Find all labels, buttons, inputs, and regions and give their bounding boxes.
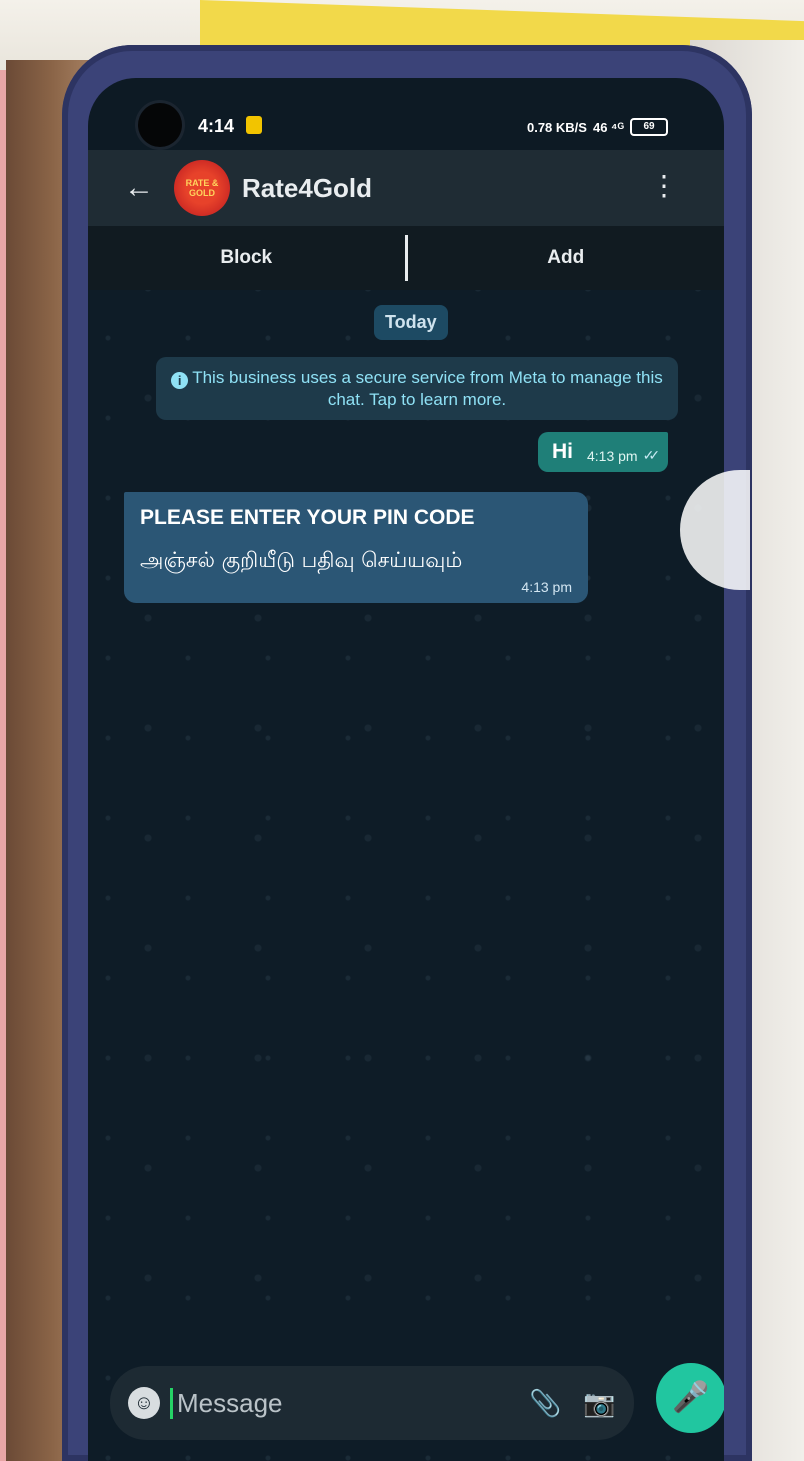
chat-wallpaper [88,238,724,1461]
status-time: 4:14 [198,116,235,136]
block-add-bar: Block Add [88,226,724,290]
notification-icon [246,116,262,134]
avatar-text: RATE & GOLD [185,178,219,198]
outgoing-meta: 4:13 pm ✓✓ [587,447,661,464]
battery-icon: 69 [630,118,668,136]
outgoing-message[interactable]: Hi 4:13 pm ✓✓ [538,432,669,472]
status-bar: 4:14 0.78 KB/S 46 ⁴ᴳ 69 [88,108,724,144]
info-icon: i [171,372,189,389]
incoming-time: 4:13 pm [521,579,572,595]
chat-header: ← RATE & GOLD Rate4Gold ⋮ [88,150,724,226]
more-options-icon[interactable]: ⋮ [650,172,678,200]
avatar[interactable]: RATE & GOLD [174,160,230,216]
contact-name[interactable]: Rate4Gold [242,173,372,204]
encryption-notice[interactable]: i This business uses a secure service fro… [156,357,678,420]
date-chip: Today [374,305,448,340]
notice-text: This business uses a secure service from… [192,368,663,409]
message-composer: ☺ Message 📎 📷 [110,1366,634,1440]
network-speed: 0.78 KB/S [526,119,587,135]
incoming-message[interactable]: PLEASE ENTER YOUR PIN CODE அஞ்சல் குறியீ… [124,492,588,603]
phone-screen: 4:14 0.78 KB/S 46 ⁴ᴳ 69 ← RATE & GOLD Ra… [88,78,724,1461]
signal-icon: 46 ⁴ᴳ [592,119,624,135]
add-button[interactable]: Add [408,247,725,269]
camera-icon[interactable]: 📷 [583,1388,615,1419]
outgoing-text: Hi [552,440,573,463]
double-check-icon: ✓✓ [642,447,661,463]
block-button[interactable]: Block [88,247,405,269]
outgoing-time: 4:13 pm [587,447,638,464]
message-input[interactable]: Message [170,1387,507,1419]
incoming-line-1: PLEASE ENTER YOUR PIN CODE [140,506,475,529]
attach-icon[interactable]: 📎 [529,1388,561,1419]
back-arrow-icon[interactable]: ← [124,173,170,203]
mic-icon[interactable]: 🎤 [656,1363,724,1433]
incoming-line-2: அஞ்சல் குறியீடு பதிவு செய்யவும் [140,548,463,572]
emoji-icon[interactable]: ☺ [128,1387,160,1419]
status-right-group: 0.78 KB/S 46 ⁴ᴳ 69 [527,118,668,136]
